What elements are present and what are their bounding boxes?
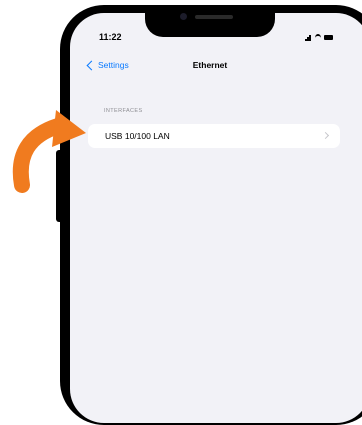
chevron-right-icon	[321, 131, 330, 140]
back-button[interactable]: Settings	[86, 60, 129, 70]
back-label: Settings	[98, 60, 129, 70]
section-header: INTERFACES	[104, 108, 143, 114]
speaker-icon	[195, 15, 233, 19]
battery-icon	[324, 35, 333, 40]
list-item-label: USB 10/100 LAN	[105, 131, 170, 141]
chevron-left-icon	[86, 60, 97, 70]
wifi-icon	[315, 34, 321, 42]
status-icons	[305, 33, 335, 42]
signal-icon	[305, 35, 311, 41]
page-title: Ethernet	[192, 60, 228, 70]
status-time: 11:22	[99, 32, 122, 42]
phone-side-button	[56, 150, 64, 222]
list-item-usb-lan[interactable]: USB 10/100 LAN	[88, 124, 340, 148]
notch	[145, 5, 275, 37]
phone-screen	[70, 13, 362, 423]
camera-icon	[180, 13, 187, 20]
